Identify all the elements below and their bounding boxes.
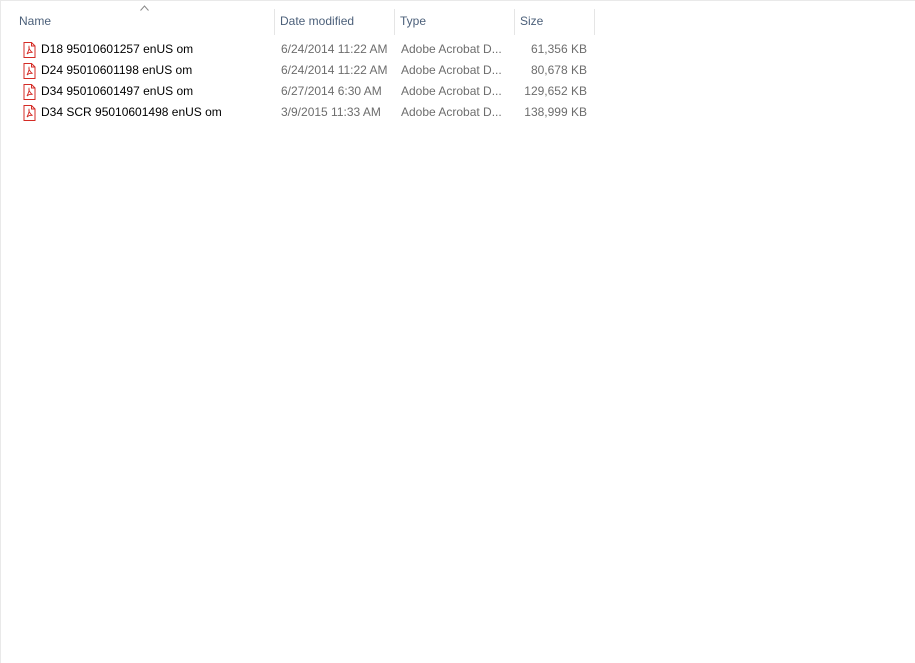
file-size: 129,652 KB <box>524 84 587 98</box>
file-type: Adobe Acrobat D... <box>401 105 502 119</box>
file-type: Adobe Acrobat D... <box>401 42 502 56</box>
file-date-modified: 6/27/2014 6:30 AM <box>281 84 382 98</box>
file-name: D34 SCR 95010601498 enUS om <box>41 105 222 119</box>
column-header-type[interactable]: Type <box>394 1 515 33</box>
file-name: D24 95010601198 enUS om <box>41 63 193 77</box>
file-row[interactable]: D34 95010601497 enUS om 6/27/2014 6:30 A… <box>18 81 598 102</box>
file-type: Adobe Acrobat D... <box>401 63 502 77</box>
file-date-modified: 3/9/2015 11:33 AM <box>281 105 381 119</box>
file-list-pane: Name Date modified Type Size D18 9501060… <box>0 0 915 663</box>
file-size: 138,999 KB <box>524 105 587 119</box>
file-date-modified: 6/24/2014 11:22 AM <box>281 63 388 77</box>
file-type: Adobe Acrobat D... <box>401 84 502 98</box>
pdf-icon <box>23 63 36 79</box>
column-header-date-modified[interactable]: Date modified <box>274 1 395 33</box>
file-size: 61,356 KB <box>530 42 587 56</box>
column-header-name[interactable]: Name <box>13 1 275 33</box>
file-row[interactable]: D34 SCR 95010601498 enUS om 3/9/2015 11:… <box>18 102 598 123</box>
pdf-icon <box>23 84 36 100</box>
file-size: 80,678 KB <box>530 63 587 77</box>
file-row[interactable]: D24 95010601198 enUS om 6/24/2014 11:22 … <box>18 60 598 81</box>
column-header-row: Name Date modified Type Size <box>1 1 915 35</box>
pdf-icon <box>23 42 36 58</box>
file-name: D34 95010601497 enUS om <box>41 84 194 98</box>
column-divider[interactable] <box>594 9 595 35</box>
pdf-icon <box>23 105 36 121</box>
file-row[interactable]: D18 95010601257 enUS om 6/24/2014 11:22 … <box>18 39 598 60</box>
file-date-modified: 6/24/2014 11:22 AM <box>281 42 388 56</box>
column-header-size[interactable]: Size <box>514 1 595 33</box>
file-list: D18 95010601257 enUS om 6/24/2014 11:22 … <box>18 39 598 123</box>
file-name: D18 95010601257 enUS om <box>41 42 194 56</box>
